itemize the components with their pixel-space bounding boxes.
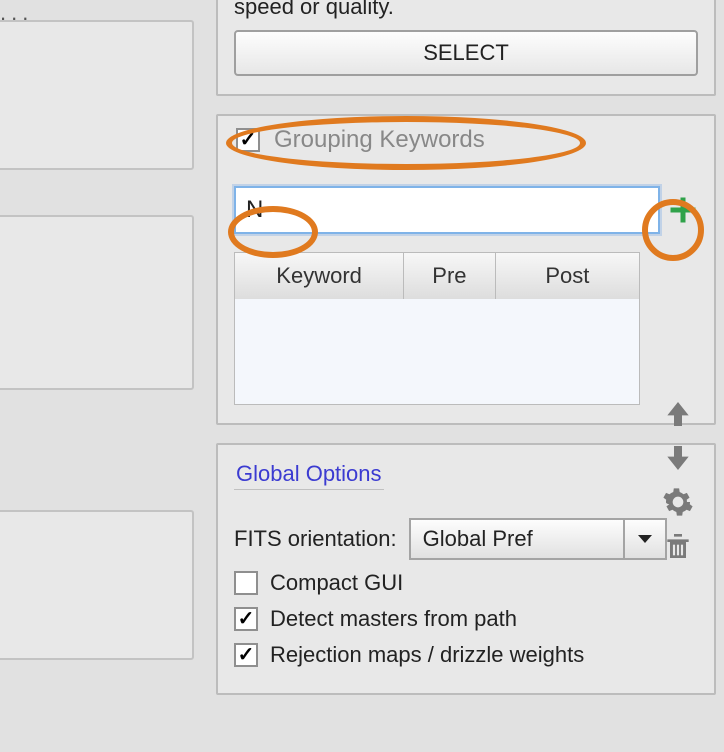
col-keyword[interactable]: Keyword [235, 253, 404, 299]
keyword-input-row [234, 186, 698, 234]
rejection-maps-label: Rejection maps / drizzle weights [270, 642, 584, 668]
keyword-table-header: Keyword Pre Post [235, 253, 639, 299]
option-detect-masters: Detect masters from path [234, 606, 698, 632]
grouping-title: Grouping Keywords [274, 126, 485, 154]
grouping-enable-checkbox[interactable] [236, 128, 260, 152]
compact-gui-checkbox[interactable] [234, 571, 258, 595]
select-button[interactable]: SELECT [234, 30, 698, 76]
compact-gui-label: Compact GUI [270, 570, 403, 596]
gear-icon[interactable] [662, 486, 694, 518]
fits-orientation-select[interactable]: Global Pref [409, 518, 667, 560]
rejection-maps-checkbox[interactable] [234, 643, 258, 667]
trash-icon[interactable] [662, 530, 694, 562]
fits-orientation-row: FITS orientation: Global Pref [234, 518, 698, 560]
left-panel [0, 20, 194, 170]
grouping-keywords-panel: Grouping Keywords Keyword Pre Post [216, 114, 716, 425]
global-options-title: Global Options [234, 459, 384, 490]
main-column: speed or quality. SELECT Grouping Keywor… [216, 0, 716, 713]
select-panel: speed or quality. SELECT [216, 0, 716, 96]
arrow-down-icon[interactable] [662, 442, 694, 474]
option-compact-gui: Compact GUI [234, 570, 698, 596]
select-panel-text: speed or quality. [234, 0, 698, 20]
col-pre[interactable]: Pre [404, 253, 496, 299]
keyword-input[interactable] [234, 186, 660, 234]
option-rejection-maps: Rejection maps / drizzle weights [234, 642, 698, 668]
chevron-down-icon[interactable] [623, 520, 665, 558]
col-post[interactable]: Post [496, 253, 639, 299]
plus-icon[interactable] [668, 195, 698, 225]
detect-masters-label: Detect masters from path [270, 606, 517, 632]
keyword-side-icons [662, 398, 694, 562]
grouping-header: Grouping Keywords [234, 124, 698, 160]
left-panel [0, 215, 194, 390]
left-sidebar: ... [0, 0, 198, 752]
keyword-table: Keyword Pre Post [234, 252, 640, 405]
fits-orientation-label: FITS orientation: [234, 526, 397, 552]
detect-masters-checkbox[interactable] [234, 607, 258, 631]
global-options-panel: Global Options FITS orientation: Global … [216, 443, 716, 695]
keyword-table-body [235, 299, 639, 404]
fits-orientation-value: Global Pref [411, 526, 623, 552]
left-panel [0, 510, 194, 660]
arrow-up-icon[interactable] [662, 398, 694, 430]
